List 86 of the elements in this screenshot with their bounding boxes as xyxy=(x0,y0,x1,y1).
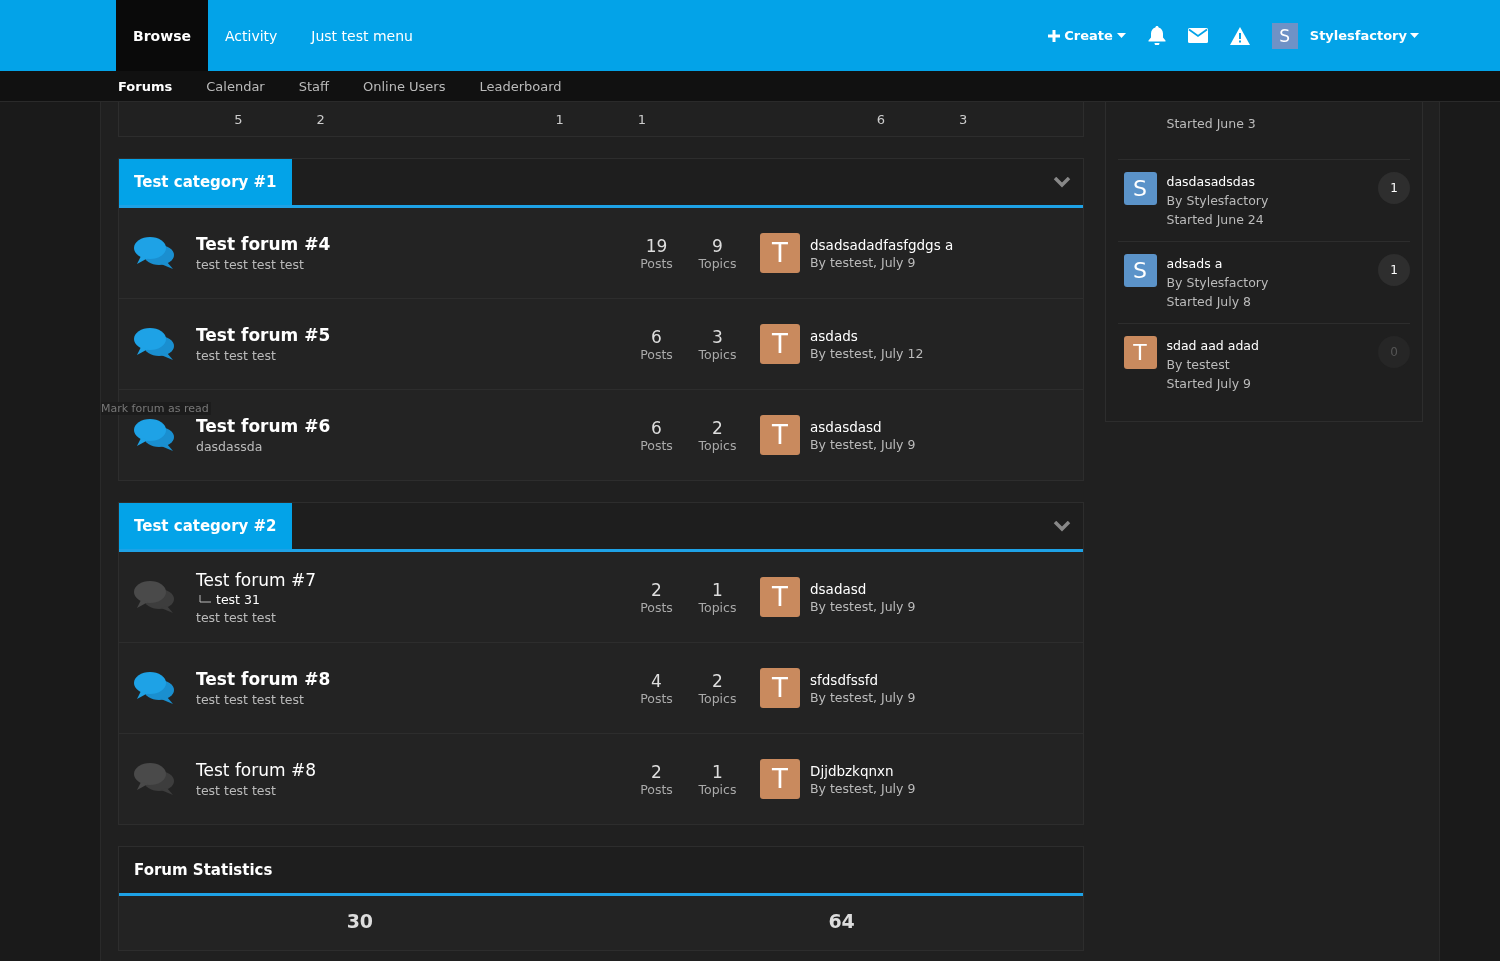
stat-count: 3 xyxy=(712,326,723,347)
subnav-tab[interactable]: Online Users xyxy=(347,78,462,94)
stat-count: 30 xyxy=(345,910,375,934)
stat-count: 2 xyxy=(712,670,723,691)
stat-label: Posts xyxy=(640,437,673,453)
last-post-meta: By testest, July 9 xyxy=(810,598,916,614)
topic-date: Started July 8 xyxy=(1166,293,1253,311)
forum-description: test test test xyxy=(196,783,277,798)
forum-description: test test test test xyxy=(196,692,305,707)
caret-icon xyxy=(1410,33,1419,38)
stat-count: 6 xyxy=(651,326,662,347)
stat-count: 2 xyxy=(712,417,723,438)
forum-title[interactable]: Test forum #8 xyxy=(196,760,626,780)
last-post-title[interactable]: sfdsdfssfd xyxy=(810,671,916,688)
subforum-branch-icon xyxy=(199,595,211,603)
caret-icon xyxy=(1116,33,1126,38)
stat-count: 3 xyxy=(958,111,968,127)
stat-count: 1 xyxy=(712,761,723,782)
forum-title[interactable]: Test forum #6 xyxy=(196,416,626,436)
stat-count: 9 xyxy=(712,235,723,256)
forum-title[interactable]: Test forum #4 xyxy=(196,234,626,254)
topic-title[interactable]: dasdasadsdas xyxy=(1166,172,1378,191)
last-post-title[interactable]: dsadasd xyxy=(810,580,916,597)
mail-icon[interactable] xyxy=(1187,28,1208,43)
last-post-meta: By testest, July 9 xyxy=(810,689,916,705)
section-title: Forum Statistics xyxy=(133,861,273,879)
topic-author: By Stylesfactory xyxy=(1166,274,1270,292)
stat-count: 1 xyxy=(712,579,723,600)
stat-label: Posts xyxy=(640,255,673,271)
stat-count: 2 xyxy=(316,111,325,127)
subnav-tab[interactable]: Leaderboard xyxy=(463,78,578,94)
forum-description: test test test test xyxy=(196,257,305,272)
stat-label: Topics xyxy=(698,599,737,615)
subnav-tab[interactable]: Forums xyxy=(102,78,189,94)
subforum-link[interactable]: test 31 xyxy=(216,591,260,607)
subnav-tab[interactable]: Calendar xyxy=(190,78,281,94)
plus-icon xyxy=(1048,29,1061,42)
warning-icon[interactable] xyxy=(1229,26,1250,45)
stat-label: Topics xyxy=(698,690,737,706)
topic-date: Started June 24 xyxy=(1166,211,1265,229)
stat-count: 2 xyxy=(651,579,662,600)
forum-title[interactable]: Test forum #7 xyxy=(196,569,626,590)
topic-author: By testest xyxy=(1166,356,1231,374)
last-post-meta: By testest, July 9 xyxy=(810,254,917,270)
stat-label: Topics xyxy=(698,437,737,453)
last-post-meta: By testest, July 12 xyxy=(810,345,924,361)
subnav-tab[interactable]: Staff xyxy=(282,78,345,94)
forum-description: dasdassda xyxy=(196,439,264,454)
stat-count: 64 xyxy=(827,910,856,934)
stat-label: Topics xyxy=(698,781,737,797)
stat-count: 2 xyxy=(651,761,662,782)
chevron-down-icon[interactable] xyxy=(1052,176,1071,188)
forum-description: test test test xyxy=(196,609,277,625)
stat-count: 19 xyxy=(645,235,668,256)
stat-count: 1 xyxy=(637,111,646,127)
nav-tab[interactable]: Browse xyxy=(116,0,208,71)
stat-label: Posts xyxy=(640,346,673,362)
stat-label: Posts xyxy=(640,599,673,615)
topic-title[interactable]: sdad aad adad xyxy=(1166,336,1378,355)
stat-count: 6 xyxy=(876,111,885,127)
stat-count: 4 xyxy=(651,670,662,691)
last-post-meta: By testest, July 9 xyxy=(810,436,916,452)
last-post-title[interactable]: dsadsadadfasfgdgs a xyxy=(810,236,954,253)
tooltip-text: Mark forum as read xyxy=(101,402,211,415)
last-post-meta: By testest, July 9 xyxy=(810,780,916,796)
stat-count: 1 xyxy=(555,111,564,127)
forum-description: test test test xyxy=(196,348,277,363)
stat-count: 5 xyxy=(234,111,243,127)
topic-author: By Stylesfactory xyxy=(1166,192,1270,210)
reply-count: 1 xyxy=(1378,254,1410,286)
notification-bell-icon[interactable] xyxy=(1147,26,1166,45)
forum-title[interactable]: Test forum #5 xyxy=(196,325,626,345)
topic-date: Started July 9 xyxy=(1166,375,1253,393)
stat-label: Topics xyxy=(698,346,737,362)
last-post-title[interactable]: asdads xyxy=(810,327,924,344)
stat-count: 6 xyxy=(651,417,662,438)
last-post-title[interactable]: asdasdasd xyxy=(810,418,916,435)
chevron-down-icon[interactable] xyxy=(1052,520,1071,532)
reply-count: 1 xyxy=(1378,172,1410,204)
last-post-title[interactable]: Djjdbzkqnxn xyxy=(810,762,916,779)
stat-label: Topics xyxy=(698,255,737,271)
stat-label: Posts xyxy=(640,781,673,797)
topic-date: Started June 3 xyxy=(1166,115,1257,133)
stat-label: Posts xyxy=(640,690,673,706)
forum-title[interactable]: Test forum #8 xyxy=(196,669,626,689)
topic-title[interactable]: adsads a xyxy=(1166,254,1378,273)
